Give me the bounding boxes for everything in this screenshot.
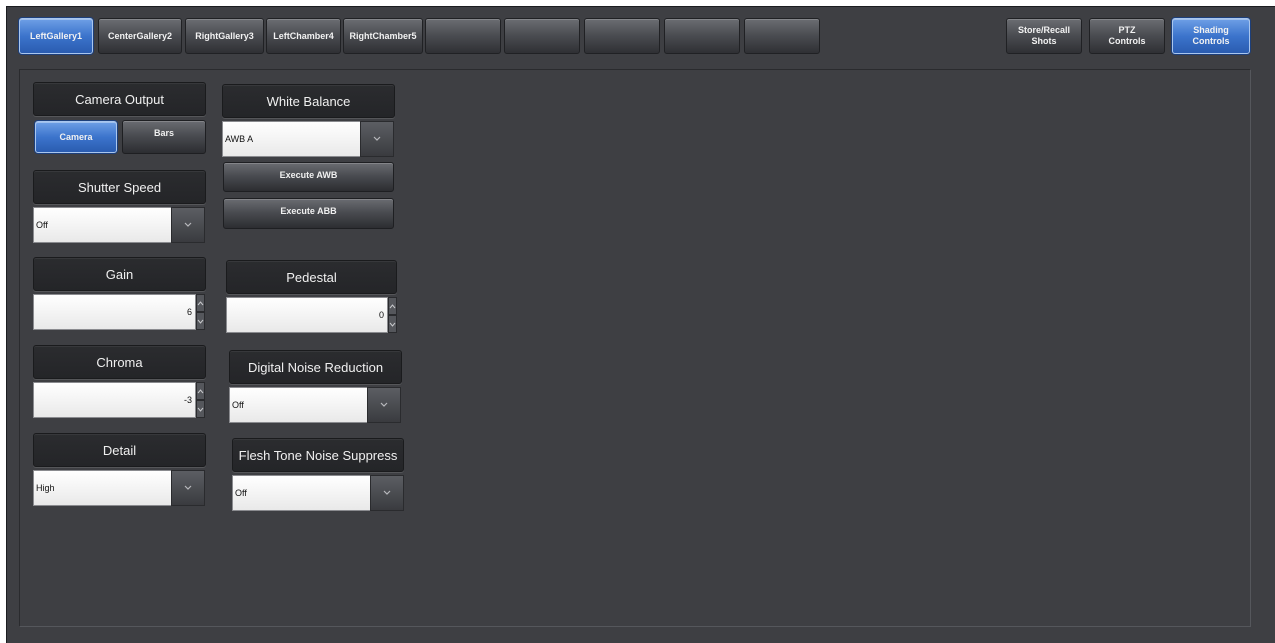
chevron-up-icon[interactable]	[196, 382, 205, 400]
shutter-speed-label: Shutter Speed	[33, 170, 206, 204]
tab-empty-7[interactable]	[504, 18, 580, 54]
execute-abb-button[interactable]: Execute ABB	[223, 198, 394, 229]
tab-empty-8[interactable]	[584, 18, 660, 54]
chevron-up-icon[interactable]	[388, 297, 397, 315]
tab-centergallery2[interactable]: CenterGallery2	[98, 18, 182, 54]
white-balance-select[interactable]: AWB A	[222, 121, 394, 157]
detail-label: Detail	[33, 433, 206, 467]
pedestal-stepper[interactable]: 0	[226, 297, 397, 333]
detail-select[interactable]: High	[33, 470, 205, 506]
flesh-tone-noise-suppress-value: Off	[232, 475, 370, 511]
chroma-value[interactable]: -3	[33, 382, 196, 418]
chevron-down-icon[interactable]	[196, 400, 205, 418]
tab-empty-10[interactable]	[744, 18, 820, 54]
camera-button[interactable]: Camera	[35, 121, 117, 153]
detail-value: High	[33, 470, 171, 506]
chevron-down-icon[interactable]	[388, 315, 397, 333]
tab-empty-9[interactable]	[664, 18, 740, 54]
tab-empty-6[interactable]	[425, 18, 501, 54]
camera-output-label: Camera Output	[33, 82, 206, 116]
shutter-speed-value: Off	[33, 207, 171, 243]
tab-leftchamber4[interactable]: LeftChamber4	[266, 18, 341, 54]
gain-value[interactable]: 6	[33, 294, 196, 330]
shading-controls-button[interactable]: Shading Controls	[1172, 18, 1250, 54]
store-recall-shots-button[interactable]: Store/Recall Shots	[1006, 18, 1082, 54]
chroma-stepper[interactable]: -3	[33, 382, 205, 418]
tab-rightgallery3[interactable]: RightGallery3	[185, 18, 264, 54]
tab-leftgallery1[interactable]: LeftGallery1	[19, 18, 93, 54]
tab-rightchamber5[interactable]: RightChamber5	[343, 18, 423, 54]
execute-awb-button[interactable]: Execute AWB	[223, 162, 394, 192]
chevron-down-icon[interactable]	[360, 121, 394, 157]
pedestal-value[interactable]: 0	[226, 297, 388, 333]
ptz-controls-button[interactable]: PTZ Controls	[1089, 18, 1165, 54]
gain-stepper[interactable]: 6	[33, 294, 205, 330]
chevron-up-icon[interactable]	[196, 294, 205, 312]
pedestal-label: Pedestal	[226, 260, 397, 294]
digital-noise-reduction-label: Digital Noise Reduction	[229, 350, 402, 384]
gain-label: Gain	[33, 257, 206, 291]
chevron-down-icon[interactable]	[367, 387, 401, 423]
digital-noise-reduction-value: Off	[229, 387, 367, 423]
flesh-tone-noise-suppress-select[interactable]: Off	[232, 475, 404, 511]
digital-noise-reduction-select[interactable]: Off	[229, 387, 401, 423]
white-balance-value: AWB A	[222, 121, 360, 157]
shutter-speed-select[interactable]: Off	[33, 207, 205, 243]
chevron-down-icon[interactable]	[370, 475, 404, 511]
chevron-down-icon[interactable]	[171, 207, 205, 243]
bars-button[interactable]: Bars	[122, 120, 206, 154]
flesh-tone-noise-suppress-label: Flesh Tone Noise Suppress	[232, 438, 404, 472]
chroma-label: Chroma	[33, 345, 206, 379]
white-balance-label: White Balance	[222, 84, 395, 118]
chevron-down-icon[interactable]	[171, 470, 205, 506]
chevron-down-icon[interactable]	[196, 312, 205, 330]
